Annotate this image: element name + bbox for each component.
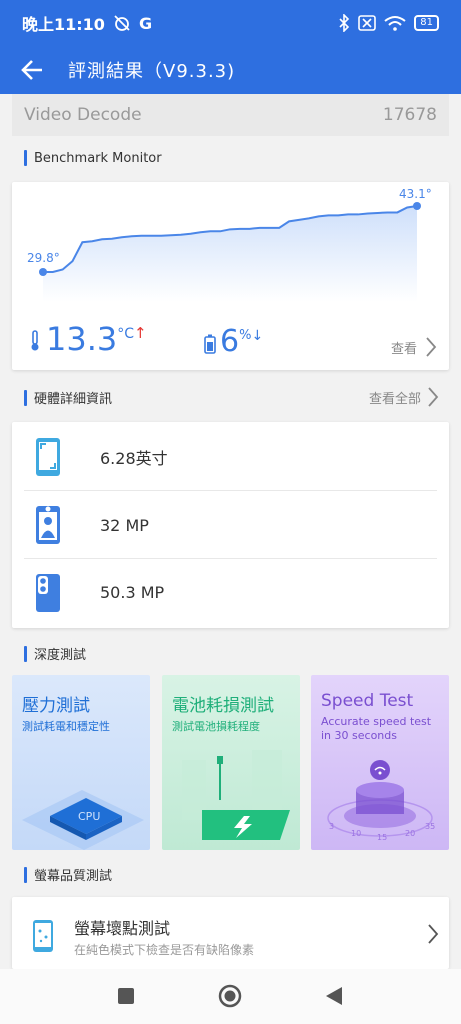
rear-camera-value: 50.3 MP bbox=[100, 583, 165, 602]
section-screen-quality: 螢幕品質測試 bbox=[24, 865, 112, 884]
speed-tick: 10 bbox=[351, 829, 362, 838]
phone-screen-icon bbox=[36, 438, 60, 476]
cpu-chip-icon: CPU bbox=[22, 790, 144, 850]
back-arrow-icon[interactable] bbox=[20, 57, 46, 83]
section-hardware: 硬體詳細資訊 bbox=[24, 388, 112, 407]
decode-label: Video Decode bbox=[24, 105, 142, 125]
battery-level-icon bbox=[204, 334, 216, 354]
page-title: 評測結果（V9.3.3) bbox=[68, 61, 236, 82]
hardware-row-screen: 6.28英寸 bbox=[24, 424, 437, 491]
section-title-text: Benchmark Monitor bbox=[34, 150, 162, 166]
section-benchmark-monitor: Benchmark Monitor bbox=[24, 150, 162, 166]
system-nav-bar bbox=[0, 969, 461, 1024]
battery-unit: % bbox=[239, 328, 252, 343]
section-title-text: 螢幕品質測試 bbox=[34, 869, 113, 884]
recents-square-icon[interactable] bbox=[117, 987, 135, 1005]
chart-label-end: 43.1° bbox=[399, 187, 432, 201]
chart-label-start: 29.8° bbox=[27, 251, 60, 265]
battery-test-subtitle: 測試電池損耗程度 bbox=[172, 720, 260, 733]
battery-test-tile[interactable]: 電池耗損測試 測試電池損耗程度 bbox=[162, 675, 300, 850]
dead-pixel-test-row[interactable]: 螢幕壞點測試 在純色模式下檢查是否有缺陷像素 bbox=[12, 897, 449, 969]
bluetooth-icon bbox=[339, 14, 350, 32]
video-decode-row: Video Decode 17678 bbox=[12, 94, 449, 136]
section-deep-test: 深度測試 bbox=[24, 644, 86, 663]
chevron-right-icon bbox=[426, 337, 437, 357]
speed-test-tile[interactable]: Speed Test Accurate speed test in 30 sec… bbox=[311, 675, 449, 850]
battery-icon: 81 bbox=[414, 15, 439, 31]
alarm-off-icon bbox=[114, 15, 130, 31]
speed-tick: 20 bbox=[405, 829, 416, 838]
stress-test-title: 壓力測試 bbox=[22, 696, 90, 716]
stress-test-tile[interactable]: 壓力測試 測試耗電和穩定性 CPU bbox=[12, 675, 150, 850]
chart-area-fill bbox=[43, 206, 417, 302]
hardware-card: 6.28英寸 32 MP 50.3 MP bbox=[12, 422, 449, 628]
view-label: 查看 bbox=[390, 341, 417, 357]
benchmark-monitor-card[interactable]: 29.8° 43.1° 13.3 °C ↑ 6 % ↓ 查看 bbox=[12, 182, 449, 370]
temperature-readout: 13.3 °C ↑ bbox=[28, 322, 147, 356]
chart-point-start bbox=[39, 268, 47, 276]
chevron-right-icon bbox=[428, 924, 439, 944]
home-circle-icon[interactable] bbox=[218, 984, 242, 1008]
status-time: 晚上11:10 bbox=[22, 15, 105, 34]
temperature-unit: °C bbox=[117, 326, 135, 342]
temperature-up-arrow: ↑ bbox=[134, 324, 147, 342]
front-camera-value: 32 MP bbox=[100, 515, 149, 535]
app-bar: 評測結果（V9.3.3) bbox=[0, 46, 461, 94]
network-g-icon: G bbox=[138, 13, 153, 33]
dead-pixel-title: 螢幕壞點測試 bbox=[74, 919, 171, 938]
chart-point-end bbox=[413, 202, 421, 210]
speed-tick: 3 bbox=[329, 822, 335, 831]
battery-value: 6 bbox=[220, 324, 240, 359]
front-camera-icon bbox=[36, 506, 60, 544]
rear-camera-icon bbox=[36, 573, 60, 612]
thermometer-icon bbox=[31, 330, 39, 351]
back-triangle-icon[interactable] bbox=[325, 986, 343, 1006]
section-title-text: 深度測試 bbox=[34, 648, 87, 663]
speed-test-subtitle: Accurate speed test in 30 seconds bbox=[321, 715, 432, 742]
deep-test-tiles: 壓力測試 測試耗電和穩定性 CPU 電池耗損測試 測試電池損耗程度 Speed … bbox=[12, 675, 449, 850]
screen-size-value: 6.28英寸 bbox=[100, 449, 168, 468]
speed-tick: 35 bbox=[425, 822, 436, 831]
chevron-right-icon bbox=[428, 387, 439, 407]
section-title-text: 硬體詳細資訊 bbox=[34, 392, 113, 407]
sim-off-icon bbox=[358, 15, 377, 31]
decode-score: 17678 bbox=[382, 105, 437, 125]
battery-charge-icon bbox=[182, 750, 290, 840]
view-all-label: 查看全部 bbox=[368, 391, 421, 407]
stress-test-subtitle: 測試耗電和穩定性 bbox=[22, 720, 110, 733]
status-bar: 晚上11:10 G 81 bbox=[0, 0, 461, 46]
battery-down-arrow: ↓ bbox=[251, 328, 264, 344]
wifi-icon bbox=[384, 16, 406, 31]
battery-readout: 6 % ↓ bbox=[204, 326, 263, 358]
speed-tick: 15 bbox=[377, 833, 388, 842]
hardware-row-rear-camera: 50.3 MP bbox=[24, 559, 437, 626]
battery-test-title: 電池耗損測試 bbox=[172, 696, 274, 716]
screen-test-icon bbox=[33, 920, 53, 952]
dead-pixel-subtitle: 在純色模式下檢查是否有缺陷像素 bbox=[74, 943, 255, 957]
temperature-value: 13.3 bbox=[46, 320, 118, 358]
hardware-row-front-camera: 32 MP bbox=[24, 492, 437, 559]
speed-test-title: Speed Test bbox=[321, 691, 414, 711]
temperature-chart: 29.8° 43.1° bbox=[27, 187, 432, 302]
svg-text:CPU: CPU bbox=[78, 810, 100, 823]
monitor-view-link[interactable]: 查看 bbox=[391, 336, 437, 358]
view-all-link[interactable]: 查看全部 bbox=[369, 386, 439, 408]
